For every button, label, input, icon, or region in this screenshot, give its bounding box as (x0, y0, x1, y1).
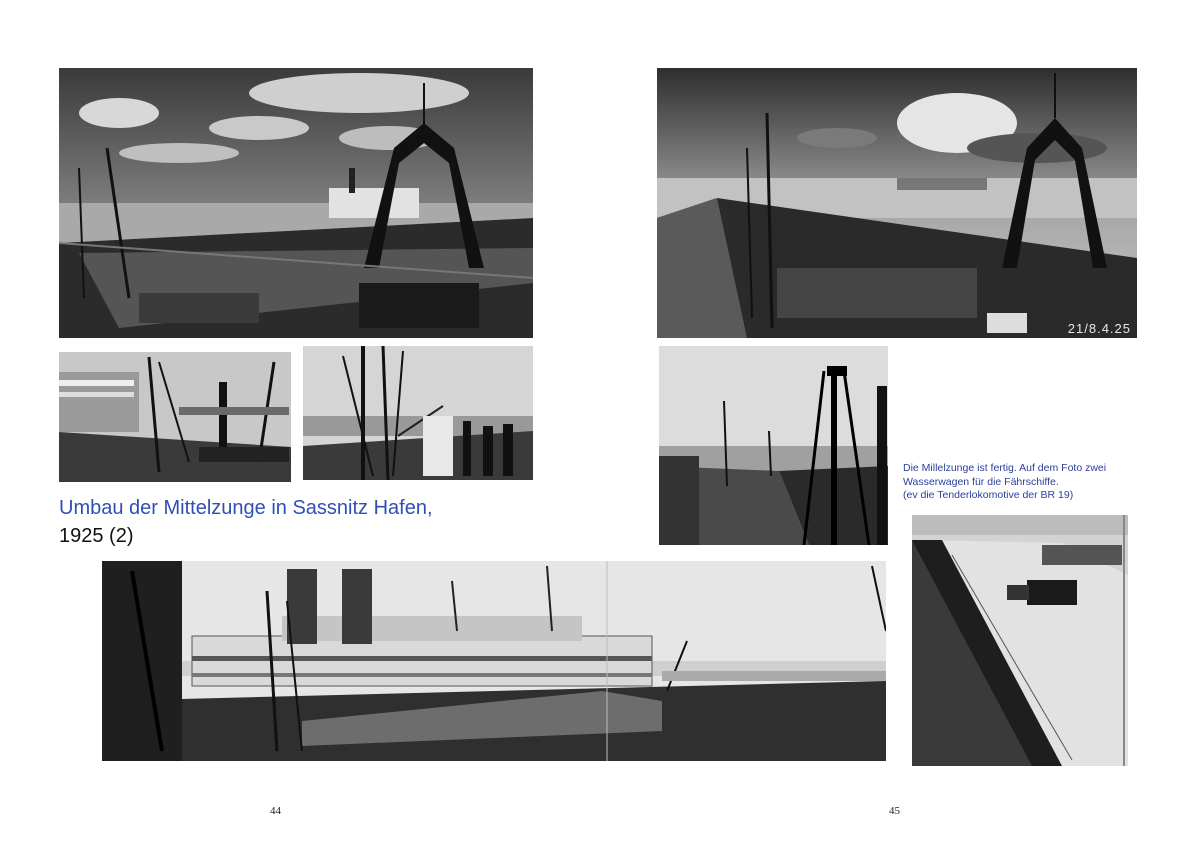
page-number-left: 44 (270, 805, 281, 817)
page-number-right: 45 (889, 805, 900, 817)
caption-line-1: Die Millelzunge ist fertig. Auf dem Foto… (903, 462, 1107, 474)
photo-harbor-construction-top-right: 21/8.4.25 (657, 68, 1137, 338)
photo-harbor-construction-top-left (59, 68, 533, 338)
page-title-line2: 1925 (2) (59, 525, 134, 547)
photo-ship-pier-small-1 (59, 352, 291, 482)
photo-finished-pier (912, 515, 1128, 766)
page-title-line1: Umbau der Mittelzunge in Sassnitz Hafen, (59, 497, 433, 519)
photo-caption: Die Millelzunge ist fertig. Auf dem Foto… (903, 462, 1143, 503)
photo-pile-driver-small-2 (303, 346, 533, 480)
photo-panorama-ferry-ship (102, 561, 886, 761)
caption-line-3: (ev die Tenderlokomotive der BR 19) (903, 489, 1074, 501)
caption-line-2: Wasserwagen für die Fährschiffe. (903, 475, 1059, 488)
photo-pile-driver-tower (659, 346, 888, 545)
photo-date-stamp: 21/8.4.25 (1067, 321, 1131, 336)
